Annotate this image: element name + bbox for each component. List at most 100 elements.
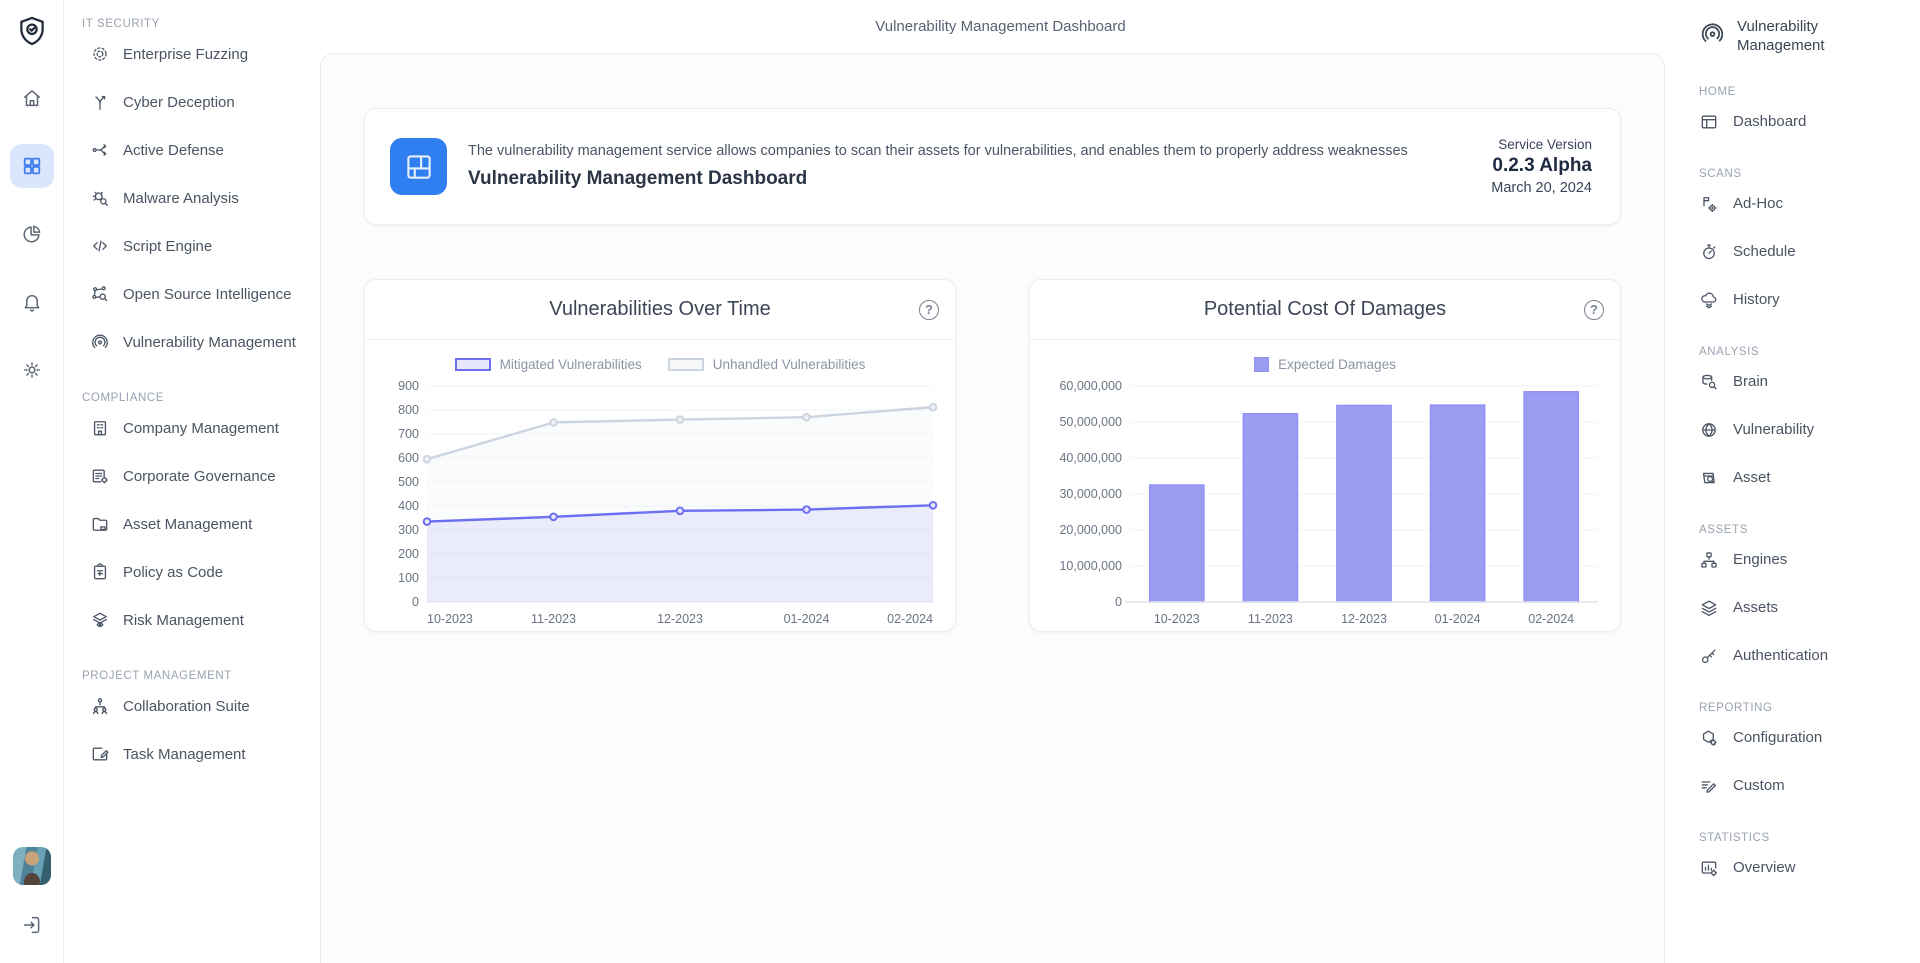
- sidebar-item-engines[interactable]: Engines: [1697, 536, 1914, 584]
- content-panel: The vulnerability management service all…: [320, 53, 1665, 963]
- sidebar-item-vulnerability-management[interactable]: Vulnerability Management: [80, 318, 310, 366]
- sidebar-item-authentication[interactable]: Authentication: [1697, 632, 1914, 680]
- rail-button-home[interactable]: [10, 76, 54, 120]
- sidebar-item-asset[interactable]: Asset: [1697, 454, 1914, 502]
- sidebar-item-company-management[interactable]: Company Management: [80, 404, 310, 452]
- sidebar-item-corporate-governance[interactable]: Corporate Governance: [80, 452, 310, 500]
- x-tick-label: 01-2024: [1435, 612, 1481, 626]
- module-brand-label: Vulnerability Management: [1737, 18, 1847, 56]
- left-sidebar: IT SECURITY Enterprise Fuzzing Cyber Decep…: [64, 0, 318, 963]
- sidebar-item-label: Dashboard: [1733, 113, 1806, 130]
- legend-item[interactable]: Mitigated Vulnerabilities: [455, 357, 642, 372]
- legend-item[interactable]: Expected Damages: [1254, 357, 1396, 372]
- rail-button-bell[interactable]: [10, 280, 54, 324]
- sidebar-item-cyber-deception[interactable]: Cyber Deception: [80, 78, 310, 126]
- section-header: HOME: [1697, 86, 1914, 98]
- sidebar-item-label: Ad-Hoc: [1733, 195, 1783, 212]
- y-tick-label: 700: [398, 427, 419, 441]
- sidebar-item-label: Company Management: [123, 420, 279, 437]
- logout-button[interactable]: [10, 903, 54, 947]
- chart-title: Vulnerabilities Over Time: [549, 298, 771, 321]
- sidebar-item-dashboard[interactable]: Dashboard: [1697, 98, 1914, 146]
- sidebar-item-label: Custom: [1733, 777, 1785, 794]
- service-version-label: Service Version: [1491, 137, 1592, 152]
- fork-icon: [90, 92, 110, 112]
- sidebar-item-active-defense[interactable]: Active Defense: [80, 126, 310, 174]
- sidebar-item-asset-management[interactable]: Asset Management: [80, 500, 310, 548]
- bug-search-icon: [90, 188, 110, 208]
- bar-chart: 010,000,00020,000,00030,000,00040,000,00…: [1046, 378, 1606, 630]
- y-tick-label: 20,000,000: [1059, 523, 1122, 537]
- sidebar-item-assets[interactable]: Assets: [1697, 584, 1914, 632]
- cloud-history-icon: [1699, 290, 1719, 310]
- sidebar-item-schedule[interactable]: Schedule: [1697, 228, 1914, 276]
- stopwatch-icon: [1699, 242, 1719, 262]
- legend-swatch: [455, 358, 491, 371]
- help-icon[interactable]: ?: [1584, 300, 1604, 320]
- section-header: IT SECURITY: [80, 18, 310, 30]
- sidebar-item-custom[interactable]: Custom: [1697, 762, 1914, 810]
- sidebar-item-task-management[interactable]: Task Management: [80, 730, 310, 778]
- sidebar-item-vulnerability[interactable]: Vulnerability: [1697, 406, 1914, 454]
- sidebar-item-brain[interactable]: Brain: [1697, 358, 1914, 406]
- sidebar-item-enterprise-fuzzing[interactable]: Enterprise Fuzzing: [80, 30, 310, 78]
- chart-header: Vulnerabilities Over Time ?: [365, 280, 955, 340]
- folder-icon: [90, 514, 110, 534]
- pie-chart-icon: [21, 223, 43, 245]
- y-tick-label: 60,000,000: [1059, 379, 1122, 393]
- sidebar-item-label: Authentication: [1733, 647, 1828, 664]
- vulnerabilities-over-time-card: Vulnerabilities Over Time ? Mitigated Vu…: [364, 279, 956, 632]
- tree-nodes-icon: [1699, 550, 1719, 570]
- y-tick-label: 600: [398, 451, 419, 465]
- rail-button-pie-chart[interactable]: [10, 212, 54, 256]
- globe-icon: [1699, 420, 1719, 440]
- flag-target-icon: [1699, 194, 1719, 214]
- user-avatar[interactable]: [13, 847, 51, 885]
- x-tick-label: 12-2023: [1341, 612, 1387, 626]
- sidebar-item-overview[interactable]: Overview: [1697, 844, 1914, 892]
- chart-body: Expected Damages 010,000,00020,000,00030…: [1030, 340, 1620, 632]
- sidebar-item-label: Enterprise Fuzzing: [123, 46, 248, 63]
- section-header: COMPLIANCE: [80, 392, 310, 404]
- database-search-icon: [1699, 372, 1719, 392]
- sidebar-item-history[interactable]: History: [1697, 276, 1914, 324]
- y-tick-label: 400: [398, 499, 419, 513]
- sidebar-item-configuration[interactable]: Configuration: [1697, 714, 1914, 762]
- sidebar-item-policy-as-code[interactable]: Policy as Code: [80, 548, 310, 596]
- pen-lines-icon: [1699, 776, 1719, 796]
- fingerprint-icon: [1699, 20, 1726, 47]
- sidebar-item-risk-management[interactable]: Risk Management: [80, 596, 310, 644]
- help-icon[interactable]: ?: [919, 300, 939, 320]
- key-icon: [1699, 646, 1719, 666]
- board-pen-icon: [90, 744, 110, 764]
- shield-check-icon: [15, 14, 49, 48]
- y-tick-label: 40,000,000: [1059, 451, 1122, 465]
- y-tick-label: 100: [398, 571, 419, 585]
- legend-label: Unhandled Vulnerabilities: [713, 357, 866, 372]
- sidebar-item-script-engine[interactable]: Script Engine: [80, 222, 310, 270]
- sidebar-item-label: Cyber Deception: [123, 94, 235, 111]
- rail-button-gear[interactable]: [10, 348, 54, 392]
- sidebar-item-open-source-intelligence[interactable]: Open Source Intelligence: [80, 270, 310, 318]
- service-version-block: Service Version 0.2.3 Alpha March 20, 20…: [1491, 137, 1592, 196]
- sidebar-item-malware-analysis[interactable]: Malware Analysis: [80, 174, 310, 222]
- section-header: PROJECT MANAGEMENT: [80, 670, 310, 682]
- sidebar-item-label: Vulnerability Management: [123, 334, 296, 351]
- section-header: SCANS: [1697, 168, 1914, 180]
- y-tick-label: 0: [1115, 595, 1122, 609]
- legend-item[interactable]: Unhandled Vulnerabilities: [668, 357, 866, 372]
- building-icon: [90, 418, 110, 438]
- sidebar-item-label: Brain: [1733, 373, 1768, 390]
- y-tick-label: 900: [398, 379, 419, 393]
- section-header: ASSETS: [1697, 524, 1914, 536]
- rail-button-grid[interactable]: [10, 144, 54, 188]
- sidebar-item-collaboration-suite[interactable]: Collaboration Suite: [80, 682, 310, 730]
- sidebar-item-label: Engines: [1733, 551, 1787, 568]
- sidebar-item-ad-hoc[interactable]: Ad-Hoc: [1697, 180, 1914, 228]
- main-area: Vulnerability Management Dashboard The v…: [318, 0, 1683, 963]
- chart-body: Mitigated Vulnerabilities Unhandled Vulne…: [365, 340, 955, 632]
- y-tick-label: 800: [398, 403, 419, 417]
- sidebar-item-label: Open Source Intelligence: [123, 286, 291, 303]
- dashboard-hero-card: The vulnerability management service all…: [364, 108, 1621, 225]
- page-title: Vulnerability Management Dashboard: [875, 18, 1125, 35]
